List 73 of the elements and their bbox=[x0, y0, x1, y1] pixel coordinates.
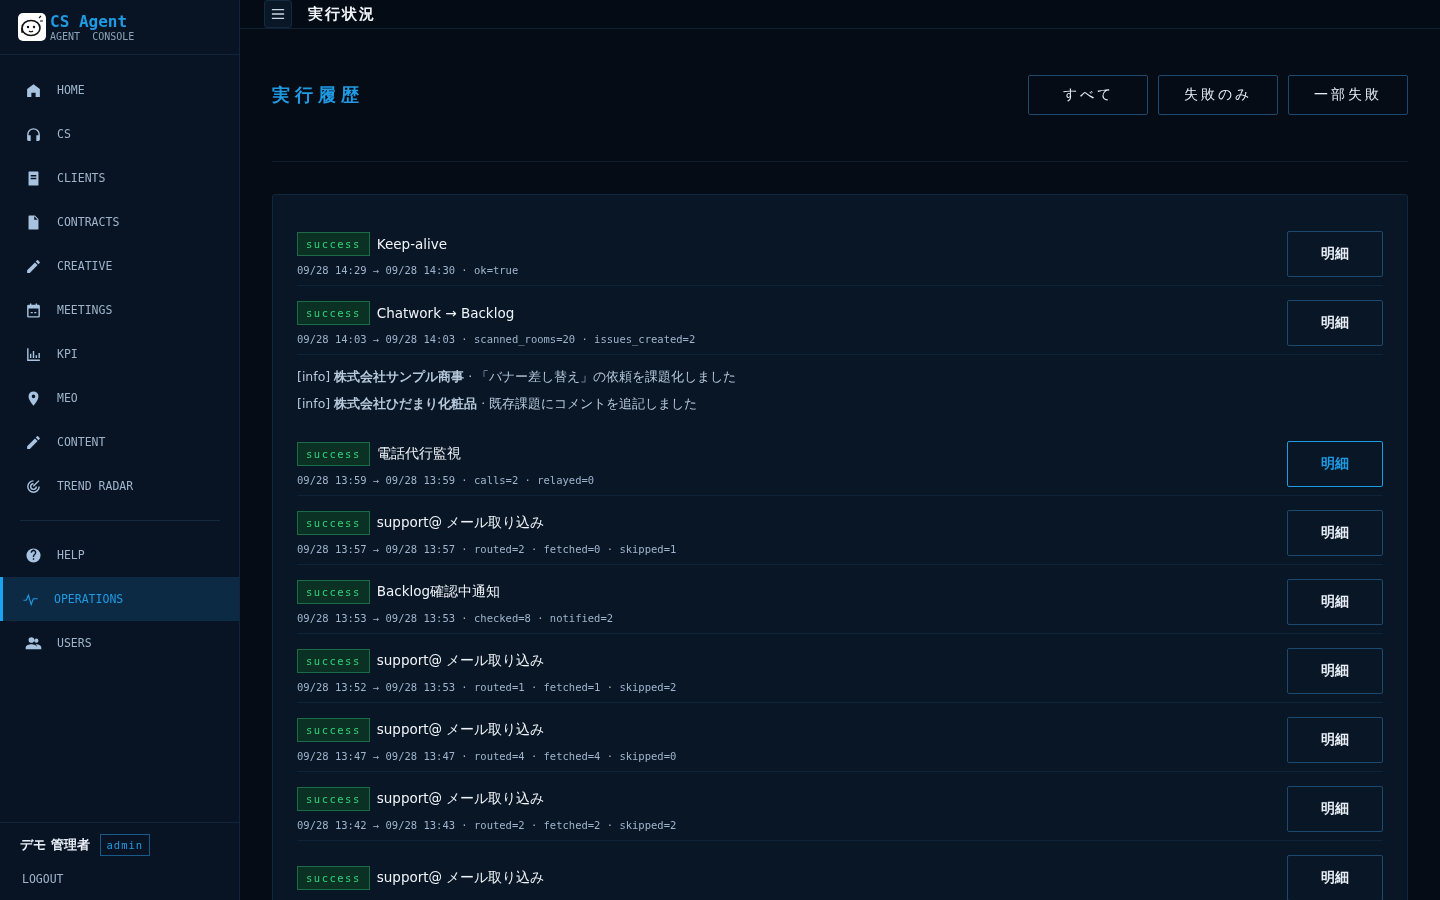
status-badge: success bbox=[297, 866, 370, 890]
status-badge: success bbox=[297, 301, 370, 325]
role-tag: admin bbox=[99, 834, 151, 856]
radar-icon bbox=[25, 477, 42, 495]
help-icon bbox=[25, 546, 42, 564]
headphones-icon bbox=[25, 125, 42, 143]
pencil-icon bbox=[25, 257, 42, 275]
brand-subtitle: AGENT CONSOLE bbox=[50, 30, 135, 42]
nav-item[interactable]: HELP bbox=[0, 533, 239, 577]
run-title: 電話代行監視 bbox=[376, 445, 461, 463]
nav-item[interactable]: MEETINGS bbox=[0, 288, 239, 332]
nav-item[interactable]: HOME bbox=[0, 68, 239, 112]
run-title: Chatwork → Backlog bbox=[376, 305, 515, 321]
status-badge: success bbox=[297, 580, 370, 604]
filter-button[interactable]: 一部失敗 bbox=[1288, 75, 1408, 115]
details-button[interactable]: 明細 bbox=[1287, 579, 1383, 625]
details-button[interactable]: 明細 bbox=[1287, 717, 1383, 763]
home-icon bbox=[25, 81, 42, 99]
details-button[interactable]: 明細 bbox=[1287, 231, 1383, 277]
page-title: 実行履歴 bbox=[272, 83, 364, 107]
filter-button[interactable]: すべて bbox=[1028, 75, 1148, 115]
header-title: 実行状況 bbox=[308, 4, 376, 24]
pencil-icon bbox=[25, 433, 42, 451]
run-meta: 09/28 13:42 → 09/28 13:43 · routed=2 · fetched=2 · skipped=2 bbox=[297, 819, 677, 831]
details-button[interactable]: 明細 bbox=[1287, 510, 1383, 556]
nav-item[interactable]: MEO bbox=[0, 376, 239, 420]
details-button[interactable]: 明細 bbox=[1287, 441, 1383, 487]
run-title: support@ メール取り込み bbox=[376, 790, 545, 808]
filter-button[interactable]: 失敗のみ bbox=[1158, 75, 1278, 115]
status-badge: success bbox=[297, 718, 370, 742]
bar-chart-icon bbox=[25, 345, 42, 363]
nav-item[interactable]: CREATIVE bbox=[0, 244, 239, 288]
run-title: Keep-alive bbox=[376, 236, 448, 252]
run-meta: 09/28 14:03 → 09/28 14:03 · scanned_rooms=20 · issues_created=2 bbox=[297, 333, 696, 345]
log-line: [info] 株式会社サンプル商事 · 「バナー差し替え」の依頼を課題化しました bbox=[297, 368, 738, 386]
run-title: support@ メール取り込み bbox=[376, 721, 545, 739]
details-button[interactable]: 明細 bbox=[1287, 648, 1383, 694]
status-badge: success bbox=[297, 442, 370, 466]
pulse-icon bbox=[22, 590, 39, 608]
users-icon bbox=[25, 634, 42, 652]
run-meta: 09/28 13:47 → 09/28 13:47 · routed=4 · fetched=4 · skipped=0 bbox=[297, 750, 677, 762]
status-badge: success bbox=[297, 511, 370, 535]
run-meta: 09/28 13:53 → 09/28 13:53 · checked=8 · notified=2 bbox=[297, 612, 614, 624]
nav-item[interactable]: CONTRACTS bbox=[0, 200, 239, 244]
nav-item[interactable]: USERS bbox=[0, 621, 239, 665]
details-button[interactable]: 明細 bbox=[1287, 855, 1383, 900]
menu-button[interactable] bbox=[264, 0, 292, 28]
status-badge: success bbox=[297, 649, 370, 673]
status-badge: success bbox=[297, 787, 370, 811]
user-name: デモ 管理者 bbox=[20, 836, 90, 854]
nav-item[interactable]: CS bbox=[0, 112, 239, 156]
run-meta: 09/28 13:52 → 09/28 13:53 · routed=1 · fetched=1 · skipped=2 bbox=[297, 681, 677, 693]
run-meta: 09/28 14:29 → 09/28 14:30 · ok=true bbox=[297, 264, 519, 276]
run-meta: 09/28 13:59 → 09/28 13:59 · calls=2 · relayed=0 bbox=[297, 474, 595, 486]
run-title: support@ メール取り込み bbox=[376, 652, 545, 670]
menu-icon bbox=[271, 7, 285, 21]
details-button[interactable]: 明細 bbox=[1287, 300, 1383, 346]
nav-item[interactable]: CONTENT bbox=[0, 420, 239, 464]
run-title: Backlog確認中通知 bbox=[376, 583, 501, 601]
nav-item[interactable]: CLIENTS bbox=[0, 156, 239, 200]
brand-name: CS Agent bbox=[50, 12, 129, 31]
logout-link[interactable]: LOGOUT bbox=[20, 872, 219, 886]
status-badge: success bbox=[297, 232, 370, 256]
nav-item[interactable]: KPI bbox=[0, 332, 239, 376]
robot-logo-icon bbox=[18, 13, 46, 41]
nav-item[interactable]: OPERATIONS bbox=[0, 577, 239, 621]
run-title: support@ メール取り込み bbox=[376, 514, 545, 532]
run-meta: 09/28 13:57 → 09/28 13:57 · routed=2 · fetched=0 · skipped=1 bbox=[297, 543, 677, 555]
log-line: [info] 株式会社ひだまり化粧品 · 既存課題にコメントを追記しました bbox=[297, 395, 699, 413]
details-button[interactable]: 明細 bbox=[1287, 786, 1383, 832]
nav-item[interactable]: TREND RADAR bbox=[0, 464, 239, 508]
run-title: support@ メール取り込み bbox=[376, 869, 545, 887]
calendar-icon bbox=[25, 301, 42, 319]
